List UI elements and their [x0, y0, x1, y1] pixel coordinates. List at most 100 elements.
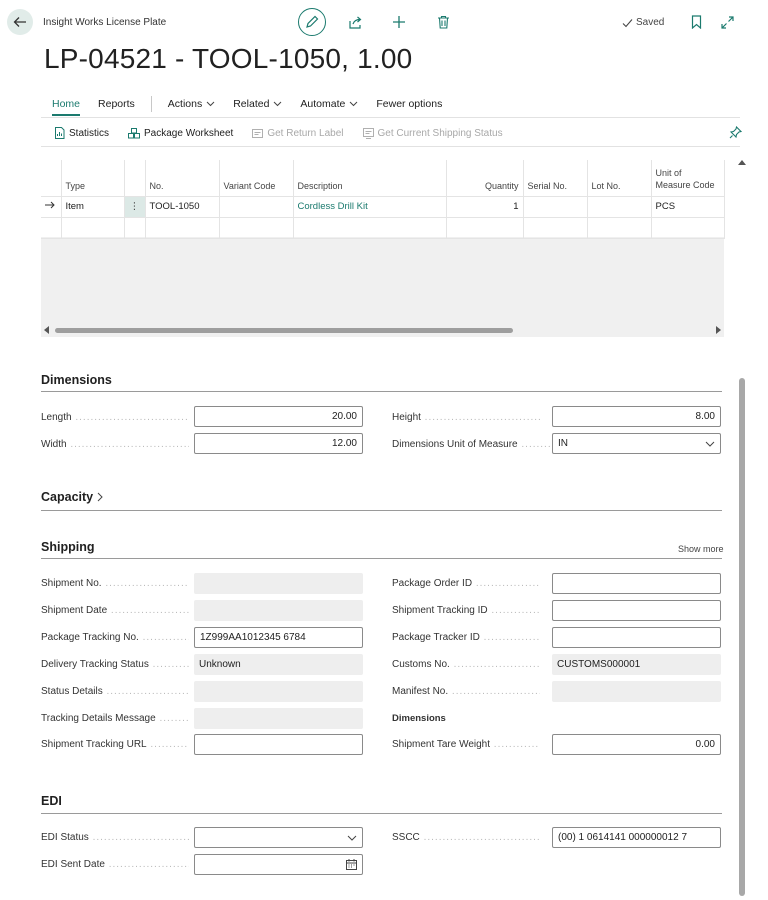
empty-cell[interactable] — [61, 217, 125, 239]
tracking-url-input[interactable] — [194, 734, 363, 755]
horizontal-scrollbar[interactable] — [55, 328, 513, 333]
edi-status-label: EDI Status — [41, 832, 189, 843]
new-button[interactable] — [389, 12, 409, 32]
toolbar-divider-line — [41, 146, 740, 147]
width-label: Width — [41, 439, 189, 450]
cell-no[interactable]: TOOL-1050 — [145, 196, 220, 218]
cell-variant[interactable] — [219, 196, 294, 218]
calendar-icon[interactable] — [346, 859, 357, 870]
action-bar: Home Reports Actions Related Automate Fe… — [52, 96, 460, 116]
cell-serial[interactable] — [523, 196, 588, 218]
delivery-status-label: Delivery Tracking Status — [41, 659, 189, 670]
chevron-right-icon — [97, 492, 103, 502]
capacity-section-title[interactable]: Capacity — [41, 490, 103, 504]
manifest-field — [552, 681, 721, 702]
get-shipping-status-button[interactable]: Get Current Shipping Status — [362, 127, 503, 139]
empty-cell[interactable] — [651, 217, 725, 239]
tare-weight-input[interactable]: 0.00 — [552, 734, 721, 755]
edit-button[interactable] — [298, 8, 326, 36]
delete-button[interactable] — [433, 12, 453, 32]
menu-related[interactable]: Related — [233, 98, 282, 110]
lines-toolbar: Statistics Package Worksheet Get Return … — [54, 127, 522, 139]
empty-cell[interactable] — [293, 217, 447, 239]
fewer-options-button[interactable]: Fewer options — [376, 98, 442, 110]
uom-label: Dimensions Unit of Measure — [392, 439, 550, 450]
empty-cell[interactable] — [145, 217, 220, 239]
delivery-status-field: Unknown — [194, 654, 363, 675]
customs-label: Customs No. — [392, 659, 540, 670]
empty-cell[interactable] — [523, 217, 588, 239]
scroll-up-icon[interactable] — [738, 157, 746, 168]
col-indicator — [41, 160, 62, 197]
show-more-link[interactable]: Show more — [678, 544, 724, 554]
col-no[interactable]: No. — [145, 160, 220, 197]
package-order-label: Package Order ID — [392, 578, 540, 589]
empty-cell[interactable] — [219, 217, 294, 239]
cell-quantity[interactable]: 1 — [446, 196, 524, 218]
sscc-input[interactable]: (00) 1 0614141 000000012 7 — [552, 827, 721, 848]
check-icon — [622, 18, 633, 27]
menu-actions[interactable]: Actions — [168, 98, 215, 110]
shipping-section-title[interactable]: Shipping — [41, 540, 94, 554]
height-input[interactable]: 8.00 — [552, 406, 721, 427]
shipment-no-label: Shipment No. — [41, 578, 189, 589]
cell-type[interactable]: Item — [61, 196, 125, 218]
menu-automate[interactable]: Automate — [300, 98, 358, 110]
status-details-field — [194, 681, 363, 702]
edi-sent-date-input[interactable] — [194, 854, 363, 875]
table-header-row: Type No. Variant Code Description Quanti… — [41, 160, 725, 197]
dimensions-section-title[interactable]: Dimensions — [41, 373, 112, 387]
get-return-label-button[interactable]: Get Return Label — [252, 128, 344, 139]
share-button[interactable] — [345, 12, 365, 32]
tab-home[interactable]: Home — [52, 98, 81, 116]
edi-status-select[interactable] — [194, 827, 363, 848]
saved-status: Saved — [622, 17, 664, 28]
row-menu-button[interactable]: ⋮ — [124, 196, 146, 218]
shipment-tracking-id-input[interactable] — [552, 600, 721, 621]
uom-select[interactable]: IN — [552, 433, 721, 454]
statistics-button[interactable]: Statistics — [54, 127, 109, 139]
status-details-label: Status Details — [41, 686, 189, 697]
bookmark-button[interactable] — [686, 12, 706, 32]
col-uom[interactable]: Unit of Measure Code — [651, 160, 725, 197]
empty-cell — [124, 217, 146, 239]
height-label: Height — [392, 412, 540, 423]
col-uom-line1: Unit of — [655, 167, 682, 178]
package-tracking-input[interactable]: 1Z999AA1012345 6784 — [194, 627, 363, 648]
scroll-right-icon[interactable] — [715, 326, 721, 337]
app-name: Insight Works License Plate — [43, 17, 167, 28]
boxes-icon — [128, 127, 141, 138]
col-serial[interactable]: Serial No. — [523, 160, 588, 197]
scroll-left-icon[interactable] — [44, 326, 50, 337]
cell-uom[interactable]: PCS — [651, 196, 725, 218]
package-tracker-input[interactable] — [552, 627, 721, 648]
back-button[interactable] — [7, 9, 33, 35]
table-row[interactable]: Item ⋮ TOOL-1050 Cordless Drill Kit 1 PC… — [41, 196, 725, 218]
col-lot[interactable]: Lot No. — [587, 160, 652, 197]
tab-reports[interactable]: Reports — [98, 98, 135, 110]
cell-description[interactable]: Cordless Drill Kit — [293, 196, 447, 218]
col-type[interactable]: Type — [61, 160, 125, 197]
table-row-empty[interactable] — [41, 217, 725, 239]
package-worksheet-button[interactable]: Package Worksheet — [128, 127, 233, 139]
col-menu — [124, 160, 146, 197]
expand-button[interactable] — [717, 12, 737, 32]
width-input[interactable]: 12.00 — [194, 433, 363, 454]
page-title: LP-04521 - TOOL-1050, 1.00 — [44, 43, 413, 74]
empty-cell[interactable] — [446, 217, 524, 239]
vertical-scrollbar[interactable] — [739, 378, 745, 896]
shipping-dimensions-subheading: Dimensions — [392, 713, 446, 724]
shipment-no-field — [194, 573, 363, 594]
length-input[interactable]: 20.00 — [194, 406, 363, 427]
cell-lot[interactable] — [587, 196, 652, 218]
personalize-button[interactable] — [729, 125, 743, 142]
package-order-input[interactable] — [552, 573, 721, 594]
col-quantity[interactable]: Quantity — [446, 160, 524, 197]
edi-section-title[interactable]: EDI — [41, 794, 62, 808]
empty-cell[interactable] — [587, 217, 652, 239]
col-description[interactable]: Description — [293, 160, 447, 197]
get-shipping-status-text: Get Current Shipping Status — [377, 127, 503, 139]
col-variant[interactable]: Variant Code — [219, 160, 294, 197]
pin-icon — [729, 125, 743, 139]
chevron-down-icon — [347, 835, 357, 841]
